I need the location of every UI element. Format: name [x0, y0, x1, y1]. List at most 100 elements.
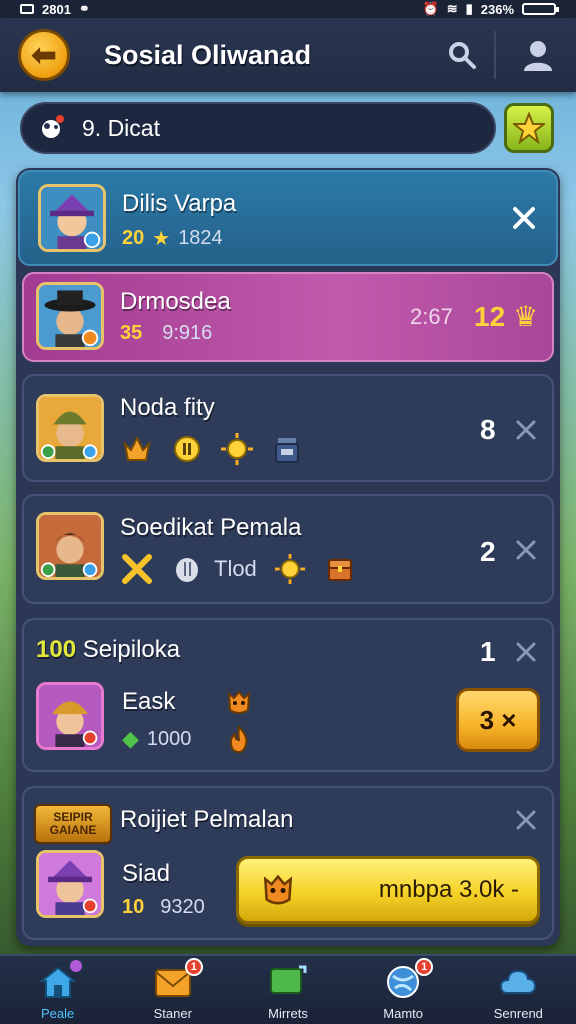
avatar	[36, 512, 104, 580]
player-name-text: Seipiloka	[82, 636, 181, 663]
close-button[interactable]	[512, 416, 540, 444]
player-stats: 10 9320	[122, 896, 205, 919]
avatar	[36, 394, 104, 462]
nav-label: Peale	[40, 1006, 75, 1021]
status-bar: 2801 ⚭ ⏰ ≋ ▮ 236%	[0, 0, 576, 18]
mail-icon: 1	[153, 958, 203, 1000]
monster-icon	[259, 869, 297, 912]
player-score: 1824	[178, 227, 223, 249]
item-row	[120, 432, 304, 466]
nav-label: Mamto	[383, 1006, 424, 1021]
list-item[interactable]: Soedikat Pemala Tlod 2	[22, 494, 554, 604]
list-item[interactable]: Noda fity 8	[22, 374, 554, 482]
item-count: 8	[480, 414, 496, 445]
player-name: Drmosdea	[120, 288, 231, 315]
reward: 12 ♛	[474, 300, 538, 333]
player-stats: 20 ★ 1824	[122, 226, 223, 251]
signal-icon: ▮	[465, 1, 473, 16]
close-icon	[516, 642, 536, 662]
player-stats: 35 9:916	[120, 322, 212, 345]
close-button[interactable]	[512, 536, 540, 564]
player-level: 20	[122, 227, 145, 249]
item-row: Tlod	[120, 552, 357, 586]
list-item[interactable]: 100 Seipiloka 1 Eask ◆ 1000 3 ×	[22, 618, 554, 772]
item-label: Tlod	[214, 556, 257, 581]
nav-item-globe[interactable]: 1 Mamto	[348, 956, 458, 1024]
arrow-left-icon: ⬅	[31, 38, 57, 72]
player-name: Noda fity	[120, 394, 215, 421]
close-button[interactable]	[512, 806, 540, 834]
player-subname: Eask	[122, 688, 176, 715]
multiplier-button[interactable]: 3 ×	[456, 688, 540, 752]
back-button[interactable]: ⬅	[18, 29, 70, 81]
player-subname: Siad	[122, 860, 171, 887]
nav-item-chat[interactable]: Mirrets	[233, 956, 343, 1024]
player-level: 35	[120, 322, 143, 344]
list-item[interactable]: SEIPIR GAIANE Roijiet Pelmalan Siad 10 9…	[22, 786, 554, 940]
notification-badge: 1	[184, 958, 203, 976]
sun-icon	[220, 432, 254, 466]
crossed-swords-icon	[120, 552, 154, 586]
status-time: 2801	[42, 1, 71, 17]
avatar	[36, 682, 104, 750]
crown-icon	[120, 432, 154, 466]
avatar	[36, 850, 104, 918]
star-icon	[513, 112, 545, 144]
close-icon	[516, 540, 536, 560]
item-count: 1	[480, 636, 496, 667]
item-count: 2	[480, 536, 496, 567]
chest-icon	[323, 552, 357, 586]
claim-button[interactable]: mnbpa 3.0k -	[236, 856, 540, 924]
nav-label: Mirrets	[268, 1006, 308, 1021]
reward-value: 12	[474, 300, 506, 332]
user-icon	[524, 41, 552, 71]
search-input[interactable]: 9. Dicat	[82, 115, 160, 142]
avatar	[38, 184, 106, 252]
battery-percent: 236%	[480, 1, 514, 17]
search-bar[interactable]: 9. Dicat	[20, 102, 496, 154]
coin-icon	[170, 432, 204, 466]
crown-icon: ♛	[513, 301, 539, 332]
sync-icon: ⚭	[78, 1, 90, 16]
sparkle-icon	[36, 112, 68, 144]
game-badge: SEIPIR GAIANE	[34, 804, 112, 844]
sun-icon	[273, 552, 307, 586]
home-icon	[38, 960, 82, 1000]
player-score: 9:916	[162, 322, 213, 344]
page-title: Sosial Oliwanad	[104, 39, 312, 70]
egg-icon	[170, 552, 204, 586]
nav-item-cloud[interactable]: Senrend	[463, 956, 573, 1024]
profile-button[interactable]	[518, 35, 558, 75]
favorites-button[interactable]	[504, 103, 554, 153]
search-button[interactable]	[442, 35, 482, 75]
globe-icon: 1	[383, 958, 434, 1000]
player-name: Roijiet Pelmalan	[120, 806, 294, 833]
battery-icon	[522, 3, 559, 15]
nav-label: Staner	[153, 1006, 192, 1021]
close-icon	[516, 810, 536, 830]
timer: 2:67	[410, 304, 453, 329]
player-stats: ◆ 1000	[122, 726, 191, 752]
player-score: 9320	[160, 896, 205, 918]
claim-button-label: mnbpa 3.0k -	[378, 876, 519, 903]
flame-icon	[222, 722, 256, 756]
player-prefix: 100	[36, 636, 77, 663]
close-button[interactable]	[512, 638, 540, 666]
nav-item-home[interactable]: Peale	[3, 956, 113, 1024]
item-column	[222, 684, 256, 756]
close-icon	[513, 207, 535, 229]
nav-item-mail[interactable]: 1 Staner	[118, 956, 228, 1024]
avatar	[36, 282, 104, 350]
monster-icon	[222, 684, 256, 718]
notification-badge: 1	[415, 958, 434, 976]
wifi-icon: ≋	[446, 1, 458, 16]
player-level: 10	[122, 896, 145, 918]
player-name: 100 Seipiloka	[36, 636, 180, 664]
close-button[interactable]	[510, 204, 538, 232]
list-item[interactable]: Drmosdea 35 9:916 2:67 12 ♛	[22, 272, 554, 362]
list-item[interactable]: Dilis Varpa 20 ★ 1824	[18, 170, 558, 266]
app-header: ⬅ Sosial Oliwanad	[0, 18, 576, 92]
magnifier-icon	[449, 42, 476, 69]
bottom-nav: Peale 1 Staner Mirrets 1 Mamto Senrend	[0, 954, 576, 1024]
jar-icon	[270, 432, 304, 466]
